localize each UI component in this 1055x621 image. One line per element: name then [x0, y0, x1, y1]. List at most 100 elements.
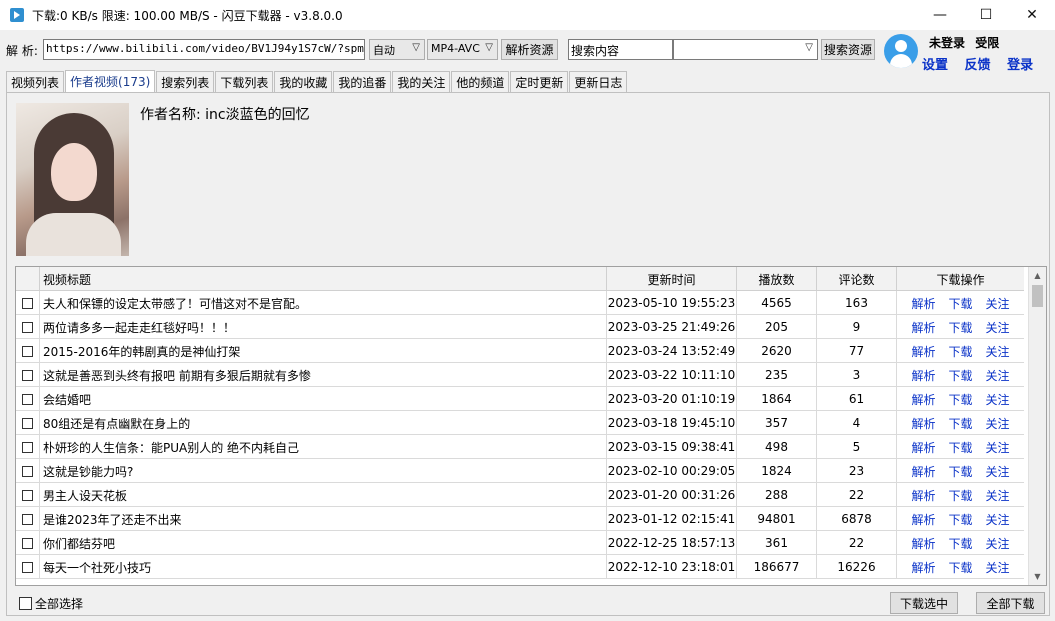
table-row[interactable]: 男主人设天花板 2023-01-20 00:31:26 288 22 解析 下载 关注 — [16, 483, 1024, 507]
search-input[interactable]: 搜索内容 — [568, 39, 673, 60]
close-button[interactable]: ✕ — [1009, 0, 1055, 30]
follow-link[interactable]: 关注 — [985, 319, 1009, 336]
search-resource-button[interactable]: 搜索资源 — [821, 39, 875, 60]
checkbox-icon — [22, 465, 33, 477]
scroll-up-icon[interactable]: ▲ — [1029, 267, 1046, 284]
parse-link[interactable]: 解析 — [911, 487, 935, 504]
header-plays[interactable]: 播放数 — [737, 267, 817, 291]
select-all-checkbox[interactable]: 全部选择 — [19, 595, 83, 612]
row-checkbox[interactable] — [16, 531, 40, 555]
table-row[interactable]: 2015-2016年的韩剧真的是神仙打架 2023-03-24 13:52:49 2… — [16, 339, 1024, 363]
settings-link[interactable]: 设置 — [922, 58, 948, 73]
parse-link[interactable]: 解析 — [911, 463, 935, 480]
quality-select[interactable]: 自动 ▽ — [369, 39, 425, 60]
parse-link[interactable]: 解析 — [911, 439, 935, 456]
scroll-down-icon[interactable]: ▼ — [1029, 568, 1046, 585]
download-link[interactable]: 下载 — [948, 415, 972, 432]
row-checkbox[interactable] — [16, 483, 40, 507]
parse-link[interactable]: 解析 — [911, 343, 935, 360]
minimize-button[interactable]: — — [917, 0, 963, 30]
tab-author-videos[interactable]: 作者视频(173) — [65, 70, 156, 92]
row-checkbox[interactable] — [16, 339, 40, 363]
row-checkbox[interactable] — [16, 291, 40, 315]
table-row[interactable]: 这就是钞能力吗? 2023-02-10 00:29:05 1824 23 解析 下载 关注 — [16, 459, 1024, 483]
download-link[interactable]: 下载 — [948, 535, 972, 552]
download-link[interactable]: 下载 — [948, 487, 972, 504]
maximize-button[interactable]: ☐ — [963, 0, 1009, 30]
table-scrollbar[interactable]: ▲ ▼ — [1028, 267, 1046, 585]
parse-link[interactable]: 解析 — [911, 391, 935, 408]
search-type-select[interactable]: ▽ — [673, 39, 818, 60]
feedback-link[interactable]: 反馈 — [965, 58, 991, 73]
row-plays: 498 — [737, 435, 817, 459]
download-link[interactable]: 下载 — [948, 439, 972, 456]
table-row[interactable]: 你们都结芬吧 2022-12-25 18:57:13 361 22 解析 下载 关注 — [16, 531, 1024, 555]
header-time[interactable]: 更新时间 — [607, 267, 737, 291]
follow-link[interactable]: 关注 — [985, 391, 1009, 408]
row-checkbox[interactable] — [16, 315, 40, 339]
header-comments[interactable]: 评论数 — [817, 267, 897, 291]
table-row[interactable]: 是谁2023年了还走不出来 2023-01-12 02:15:41 94801 687… — [16, 507, 1024, 531]
follow-link[interactable]: 关注 — [985, 487, 1009, 504]
tab-search-list[interactable]: 搜索列表 — [156, 71, 215, 92]
tab-my-bangumi[interactable]: 我的追番 — [333, 71, 392, 92]
codec-select[interactable]: MP4-AVC ▽ — [427, 39, 498, 60]
row-checkbox[interactable] — [16, 387, 40, 411]
follow-link[interactable]: 关注 — [985, 295, 1009, 312]
download-link[interactable]: 下载 — [948, 295, 972, 312]
parse-link[interactable]: 解析 — [911, 415, 935, 432]
download-link[interactable]: 下载 — [948, 559, 972, 576]
follow-link[interactable]: 关注 — [985, 415, 1009, 432]
table-row[interactable]: 每天一个社死小技巧 2022-12-10 23:18:01 186677 16226 解… — [16, 555, 1024, 579]
follow-link[interactable]: 关注 — [985, 511, 1009, 528]
tab-scheduled-update[interactable]: 定时更新 — [510, 71, 569, 92]
tab-changelog[interactable]: 更新日志 — [569, 71, 628, 92]
table-row[interactable]: 会结婚吧 2023-03-20 01:10:19 1864 61 解析 下载 关注 — [16, 387, 1024, 411]
login-link[interactable]: 登录 — [1007, 58, 1033, 73]
table-row[interactable]: 80组还是有点幽默在身上的 2023-03-18 19:45:10 357 4 解析 下载… — [16, 411, 1024, 435]
row-checkbox[interactable] — [16, 435, 40, 459]
row-checkbox[interactable] — [16, 411, 40, 435]
tab-my-following[interactable]: 我的关注 — [392, 71, 451, 92]
row-checkbox[interactable] — [16, 507, 40, 531]
row-comments: 163 — [817, 291, 897, 315]
row-plays: 186677 — [737, 555, 817, 579]
parse-link[interactable]: 解析 — [911, 535, 935, 552]
tab-video-list[interactable]: 视频列表 — [6, 71, 65, 92]
parse-link[interactable]: 解析 — [911, 295, 935, 312]
tab-my-favorites[interactable]: 我的收藏 — [274, 71, 333, 92]
follow-link[interactable]: 关注 — [985, 535, 1009, 552]
follow-link[interactable]: 关注 — [985, 439, 1009, 456]
follow-link[interactable]: 关注 — [985, 343, 1009, 360]
download-link[interactable]: 下载 — [948, 343, 972, 360]
tab-download-list[interactable]: 下载列表 — [215, 71, 274, 92]
parse-link[interactable]: 解析 — [911, 511, 935, 528]
row-checkbox[interactable] — [16, 459, 40, 483]
download-all-button[interactable]: 全部下载 — [976, 592, 1045, 614]
download-link[interactable]: 下载 — [948, 319, 972, 336]
row-checkbox[interactable] — [16, 363, 40, 387]
follow-link[interactable]: 关注 — [985, 367, 1009, 384]
follow-link[interactable]: 关注 — [985, 559, 1009, 576]
url-input[interactable]: https://www.bilibili.com/video/BV1J94y1S… — [43, 39, 365, 60]
scroll-thumb[interactable] — [1032, 285, 1043, 307]
download-link[interactable]: 下载 — [948, 463, 972, 480]
parse-link[interactable]: 解析 — [911, 559, 935, 576]
row-checkbox[interactable] — [16, 555, 40, 579]
download-link[interactable]: 下载 — [948, 511, 972, 528]
table-row[interactable]: 夫人和保镖的设定太带感了！可惜这对不是官配。 2023-05-10 19:55:2… — [16, 291, 1024, 315]
parse-link[interactable]: 解析 — [911, 367, 935, 384]
table-row[interactable]: 两位请多多一起走走红毯好吗！！！ 2023-03-25 21:49:26 205 9 解… — [16, 315, 1024, 339]
header-title[interactable]: 视频标题 — [40, 267, 607, 291]
download-link[interactable]: 下载 — [948, 367, 972, 384]
row-ops: 解析 下载 关注 — [897, 315, 1024, 339]
tab-his-channel[interactable]: 他的频道 — [451, 71, 510, 92]
table-row[interactable]: 这就是善恶到头终有报吧 前期有多狠后期就有多惨 2023-03-22 10:11:… — [16, 363, 1024, 387]
download-selected-button[interactable]: 下载选中 — [890, 592, 958, 614]
parse-link[interactable]: 解析 — [911, 319, 935, 336]
user-avatar-icon[interactable] — [884, 34, 918, 68]
table-row[interactable]: 朴妍珍的人生信条：能PUA别人的 绝不内耗自己 2023-03-15 09:38:… — [16, 435, 1024, 459]
download-link[interactable]: 下载 — [948, 391, 972, 408]
follow-link[interactable]: 关注 — [985, 463, 1009, 480]
parse-resource-button[interactable]: 解析资源 — [501, 39, 558, 60]
